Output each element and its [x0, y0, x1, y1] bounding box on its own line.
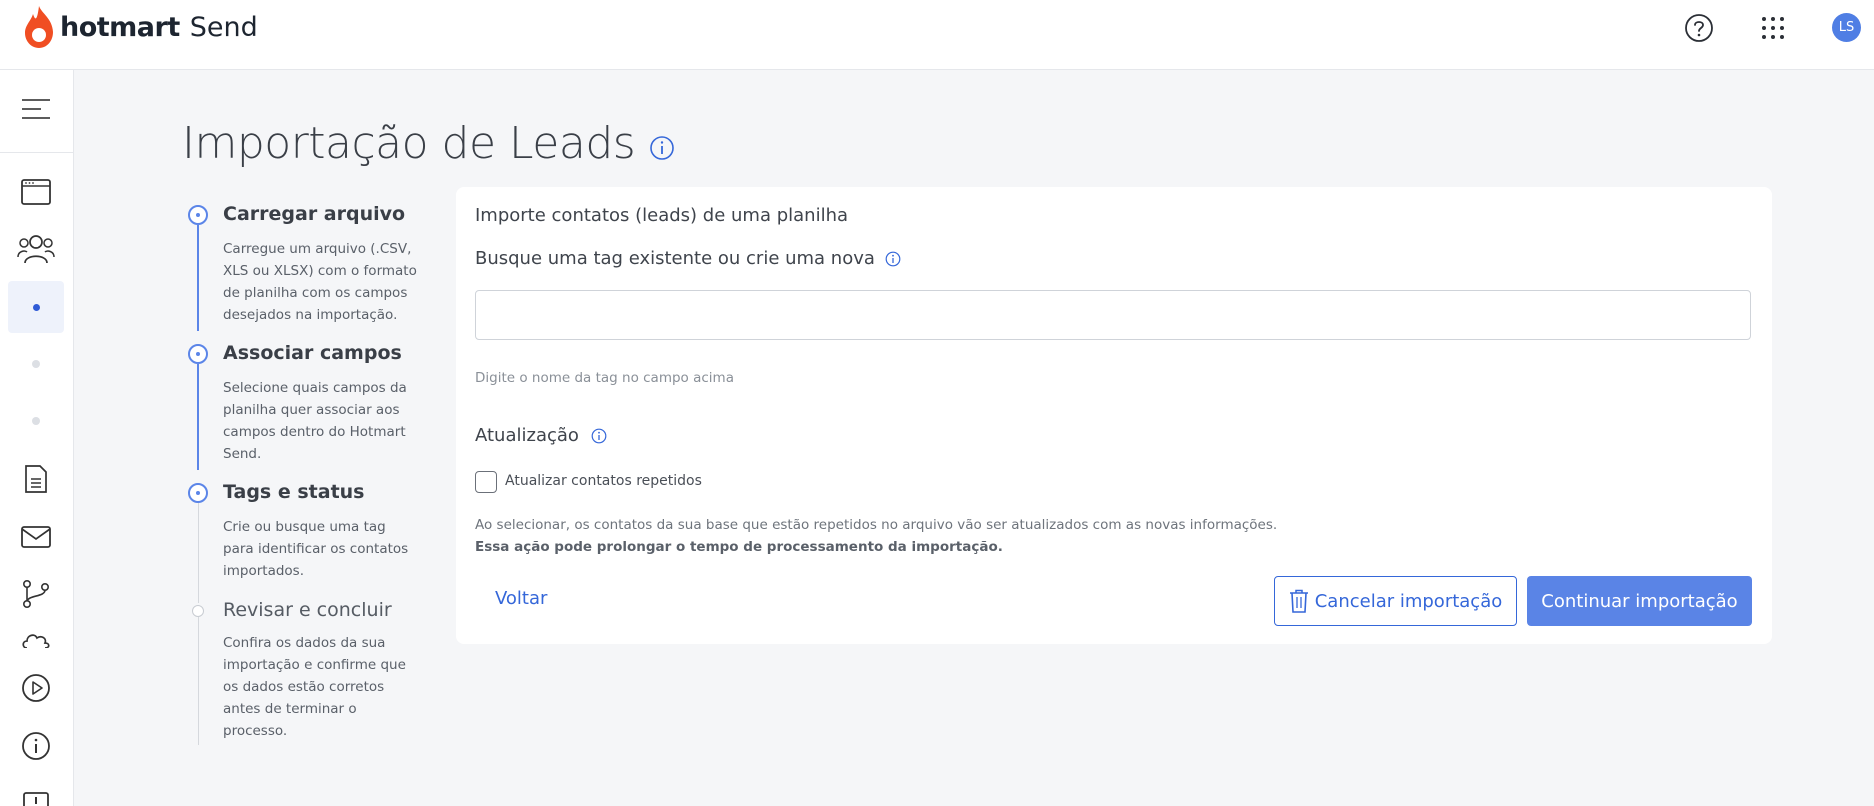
document-icon[interactable]: [8, 453, 64, 505]
apps-grid-icon[interactable]: [1757, 12, 1789, 44]
step-title: Associar campos: [223, 342, 402, 364]
page-title-text: Importação de Leads: [182, 118, 636, 169]
browser-window-icon[interactable]: [8, 166, 64, 218]
hotmart-flame-icon: [25, 6, 53, 48]
import-form-card: Importe contatos (leads) de uma planilha…: [456, 187, 1772, 644]
envelope-icon[interactable]: [8, 511, 64, 563]
step-title: Carregar arquivo: [223, 203, 406, 225]
checkbox-label[interactable]: Atualizar contatos repetidos: [505, 473, 702, 489]
update-section-label: Atualização: [475, 425, 607, 446]
active-dot-icon: [32, 303, 40, 311]
step-indicator-icon: [188, 483, 208, 503]
step-connector: [197, 225, 199, 331]
tag-hint-text: Digite o nome da tag no campo acima: [475, 370, 734, 386]
product-name: Send: [189, 11, 258, 43]
cancel-import-button[interactable]: Cancelar importação: [1274, 576, 1517, 626]
info-icon[interactable]: [885, 251, 901, 267]
list-icon[interactable]: [8, 778, 64, 806]
cloud-icon[interactable]: [8, 626, 64, 648]
back-button[interactable]: Voltar: [495, 588, 547, 609]
step-connector: [197, 364, 199, 470]
sidebar-item-dot[interactable]: [8, 395, 64, 447]
page-title: Importação de Leads: [182, 115, 675, 172]
step-description: Confira os dados da sua importação e con…: [223, 635, 406, 739]
dot-icon: [32, 360, 40, 368]
trash-icon: [1289, 589, 1308, 613]
step-title: Tags e status: [223, 481, 365, 503]
step-connector: [198, 503, 199, 603]
tag-label-text: Busque uma tag existente ou crie uma nov…: [475, 248, 875, 269]
sidebar-item-active[interactable]: [8, 281, 64, 333]
continue-import-button[interactable]: Continuar importação: [1527, 576, 1752, 626]
info-icon[interactable]: [649, 121, 675, 172]
step-description: Selecione quais campos da planilha quer …: [223, 380, 407, 462]
info-circle-icon[interactable]: [8, 720, 64, 772]
tag-field-label: Busque uma tag existente ou crie uma nov…: [475, 248, 901, 269]
step-description: Crie ou busque uma tag para identificar …: [223, 519, 409, 579]
step-indicator-icon: [192, 605, 204, 617]
top-bar: hotmart Send LS: [0, 0, 1874, 70]
brand-name: hotmart: [60, 11, 180, 43]
step-indicator-icon: [188, 344, 208, 364]
hotmart-send-logo[interactable]: hotmart Send: [22, 5, 258, 49]
info-icon[interactable]: [591, 428, 607, 444]
sidebar: [0, 70, 74, 806]
update-warning: Essa ação pode prolongar o tempo de proc…: [475, 539, 1003, 555]
step-description: Carregue um arquivo (.CSV, XLS ou XLSX) …: [223, 241, 417, 323]
update-note: Ao selecionar, os contatos da sua base q…: [475, 517, 1278, 533]
sidebar-divider: [0, 152, 73, 153]
update-label-text: Atualização: [475, 425, 579, 446]
cancel-label: Cancelar importação: [1314, 590, 1503, 612]
play-circle-icon[interactable]: [8, 662, 64, 714]
update-repeated-contacts-checkbox[interactable]: [475, 471, 497, 493]
help-icon[interactable]: [1683, 12, 1715, 44]
step-indicator-icon: [188, 205, 208, 225]
avatar[interactable]: LS: [1832, 13, 1861, 42]
tag-search-input[interactable]: [475, 290, 1751, 340]
menu-collapse-icon[interactable]: [8, 83, 64, 135]
step-connector: [198, 617, 199, 745]
sidebar-item-dot[interactable]: [8, 338, 64, 390]
automation-branch-icon[interactable]: [8, 568, 64, 620]
contacts-group-icon[interactable]: [8, 223, 64, 275]
step-title: Revisar e concluir: [223, 599, 392, 621]
card-subtitle: Importe contatos (leads) de uma planilha: [475, 205, 849, 226]
dot-icon: [32, 417, 40, 425]
